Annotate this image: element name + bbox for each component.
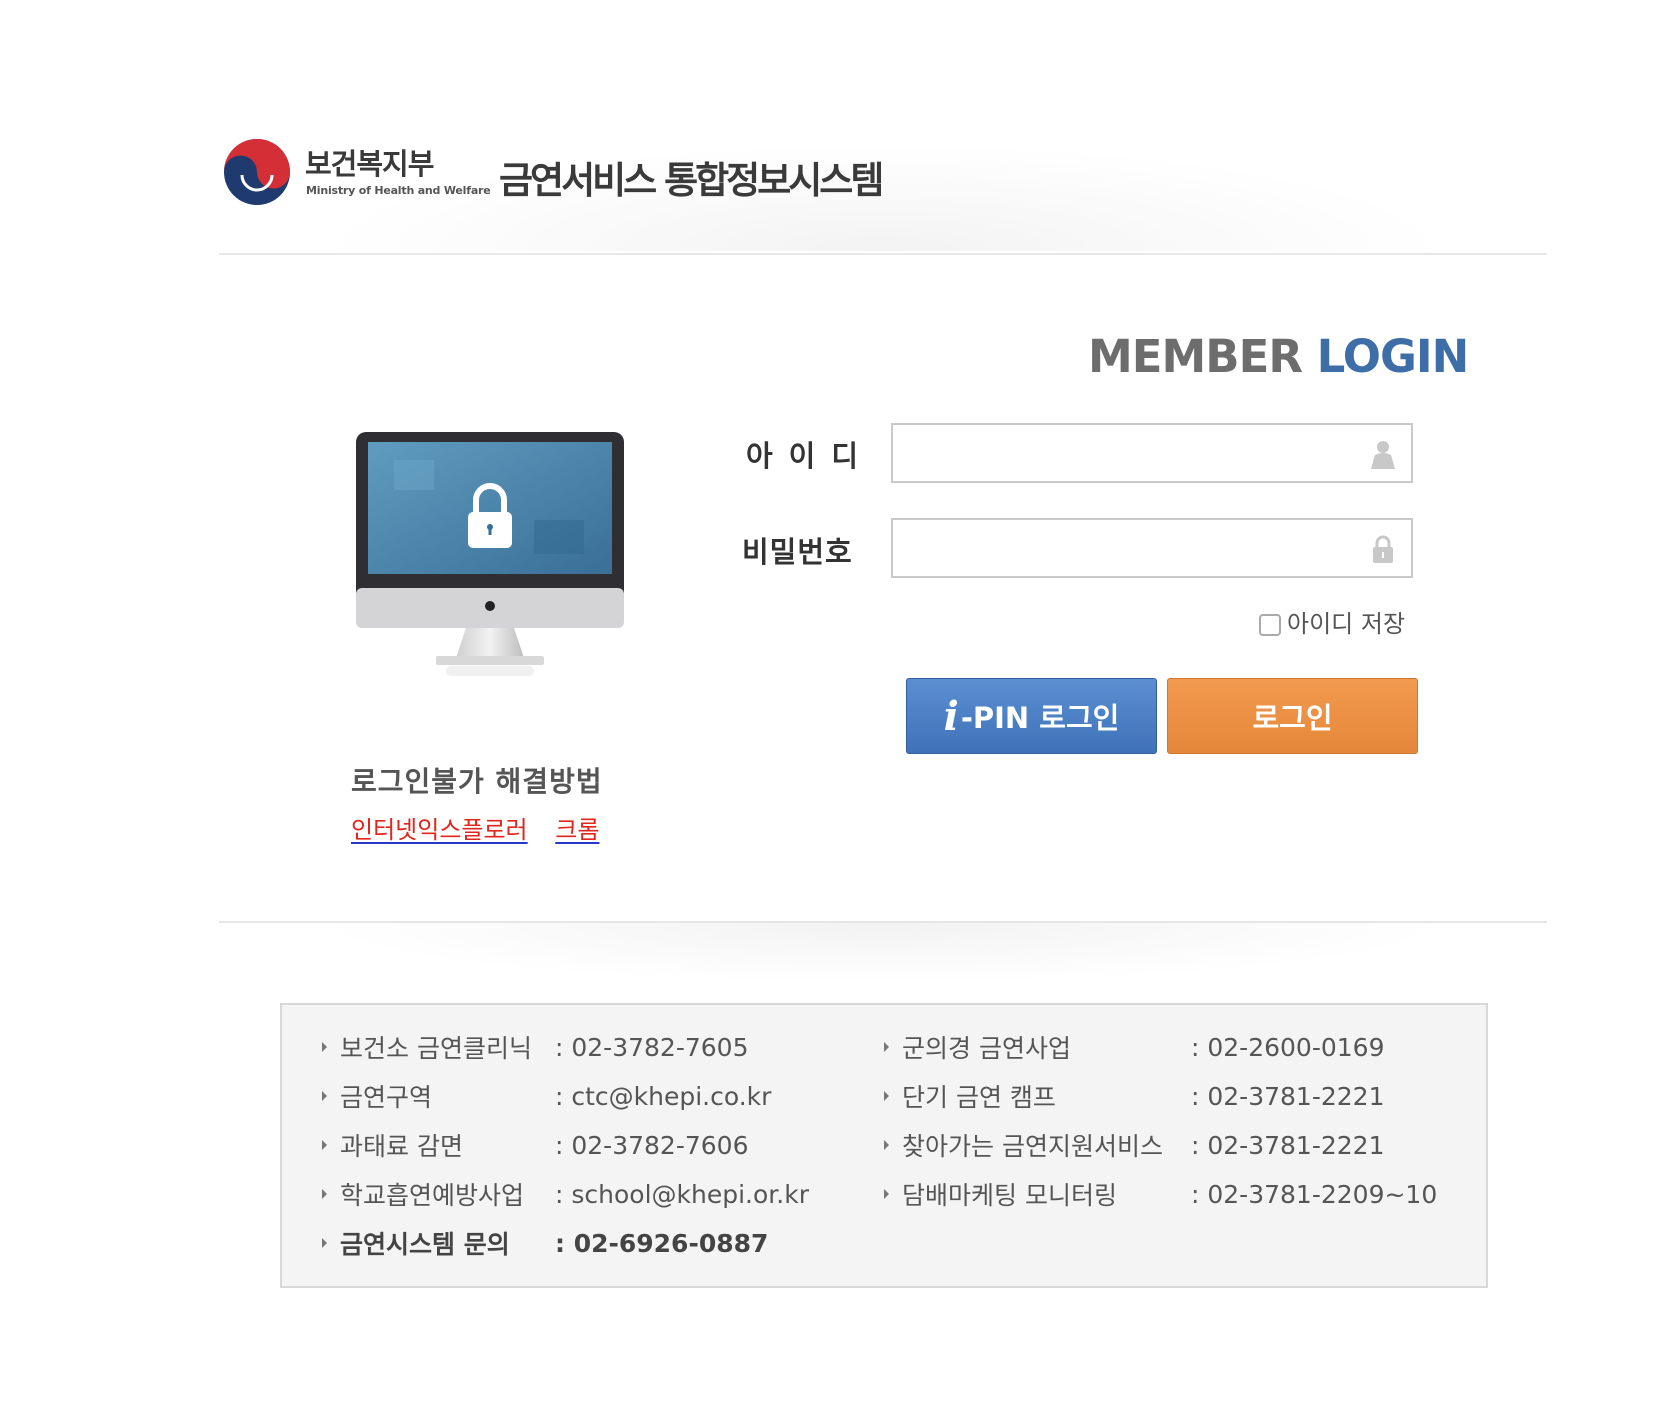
contact-row: 보건소 금연클리닉 : 02-3782-7605 (322, 1029, 748, 1065)
contact-row: 과태료 감면 : 02-3782-7606 (322, 1127, 748, 1163)
ministry-name-english: Ministry of Health and Welfare (306, 184, 491, 197)
contact-row: 학교흡연예방사업 : school@khepi.or.kr (322, 1176, 809, 1212)
contact-row-system-inquiry: 금연시스템 문의 : 02-6926-0887 (322, 1225, 768, 1261)
password-field-box (891, 518, 1413, 578)
bullet-arrow-icon (322, 1189, 327, 1199)
password-label: 비밀번호 (742, 535, 853, 569)
contact-label: 담배마케팅 모니터링 (902, 1181, 1117, 1210)
id-field-box (891, 423, 1413, 483)
password-input[interactable] (901, 520, 1365, 574)
contact-value: : school@khepi.or.kr (555, 1179, 809, 1209)
member-login-heading-login: LOGIN (1316, 330, 1470, 383)
system-title: 금연서비스 통합정보시스템 (499, 159, 884, 202)
contact-label: 군의경 금연사업 (902, 1034, 1071, 1063)
help-link-chrome[interactable]: 크롬 (555, 816, 599, 844)
contact-label: 과태료 감면 (340, 1132, 463, 1161)
contact-value: : 02-6926-0887 (555, 1228, 769, 1258)
contact-row: 금연구역 : ctc@khepi.co.kr (322, 1078, 771, 1114)
ministry-name-korean: 보건복지부 (305, 147, 434, 181)
contact-label: 금연시스템 문의 (340, 1230, 510, 1259)
login-help-links: 인터넷익스플로러 크롬 (351, 810, 619, 845)
id-label: 아이디 (746, 439, 875, 473)
contact-row: 군의경 금연사업 : 02-2600-0169 (884, 1029, 1384, 1065)
site-header: 보건복지부 Ministry of Health and Welfare 금연서… (219, 125, 1547, 255)
ministry-emblem-icon (224, 139, 290, 205)
bullet-arrow-icon (884, 1042, 889, 1052)
contact-label: 학교흡연예방사업 (340, 1181, 525, 1210)
member-login-heading-member: MEMBER (1088, 330, 1303, 383)
divider-shadow (219, 923, 1547, 993)
contact-info-box: 보건소 금연클리닉 : 02-3782-7605 금연구역 : ctc@khep… (280, 1003, 1488, 1288)
login-button[interactable]: 로그인 (1167, 678, 1418, 754)
save-id-checkbox[interactable] (1259, 613, 1281, 636)
bullet-arrow-icon (884, 1091, 889, 1101)
contact-value: : 02-3782-7606 (555, 1130, 749, 1160)
contact-value: : 02-3782-7605 (555, 1032, 749, 1062)
bullet-arrow-icon (322, 1042, 327, 1052)
contact-label: 보건소 금연클리닉 (340, 1034, 532, 1063)
save-id-option[interactable]: 아이디 저장 (1259, 604, 1405, 639)
login-button-label: 로그인 (1252, 701, 1333, 735)
contact-value: : 02-3781-2221 (1191, 1130, 1385, 1160)
bullet-arrow-icon (884, 1140, 889, 1150)
save-id-label: 아이디 저장 (1287, 610, 1406, 638)
contact-label: 찾아가는 금연지원서비스 (902, 1132, 1163, 1161)
contact-value: : 02-3781-2209~10 (1191, 1179, 1438, 1209)
user-icon (1371, 441, 1395, 469)
contact-label: 금연구역 (340, 1083, 433, 1112)
login-help-title: 로그인불가 해결방법 (351, 765, 603, 798)
ipin-login-button[interactable]: i -PIN 로그인 (906, 678, 1157, 754)
contact-row: 담배마케팅 모니터링 : 02-3781-2209~10 (884, 1176, 1437, 1212)
bullet-arrow-icon (884, 1189, 889, 1199)
contact-row: 단기 금연 캠프 : 02-3781-2221 (884, 1078, 1384, 1114)
contact-label: 단기 금연 캠프 (902, 1083, 1056, 1112)
id-input[interactable] (901, 425, 1365, 479)
contact-row: 찾아가는 금연지원서비스 : 02-3781-2221 (884, 1127, 1384, 1163)
member-login-heading: MEMBER LOGIN (1088, 330, 1470, 383)
bullet-arrow-icon (322, 1091, 327, 1101)
ipin-logo-icon: i (943, 692, 959, 740)
contact-value: : 02-3781-2221 (1191, 1081, 1385, 1111)
contact-value: : 02-2600-0169 (1191, 1032, 1385, 1062)
bullet-arrow-icon (322, 1140, 327, 1150)
bullet-arrow-icon (322, 1238, 327, 1248)
locked-monitor-icon (356, 432, 624, 676)
help-link-internet-explorer[interactable]: 인터넷익스플로러 (351, 816, 528, 844)
contact-value: : ctc@khepi.co.kr (555, 1081, 772, 1111)
lock-icon (1373, 535, 1393, 563)
ipin-login-label: -PIN 로그인 (960, 701, 1120, 735)
